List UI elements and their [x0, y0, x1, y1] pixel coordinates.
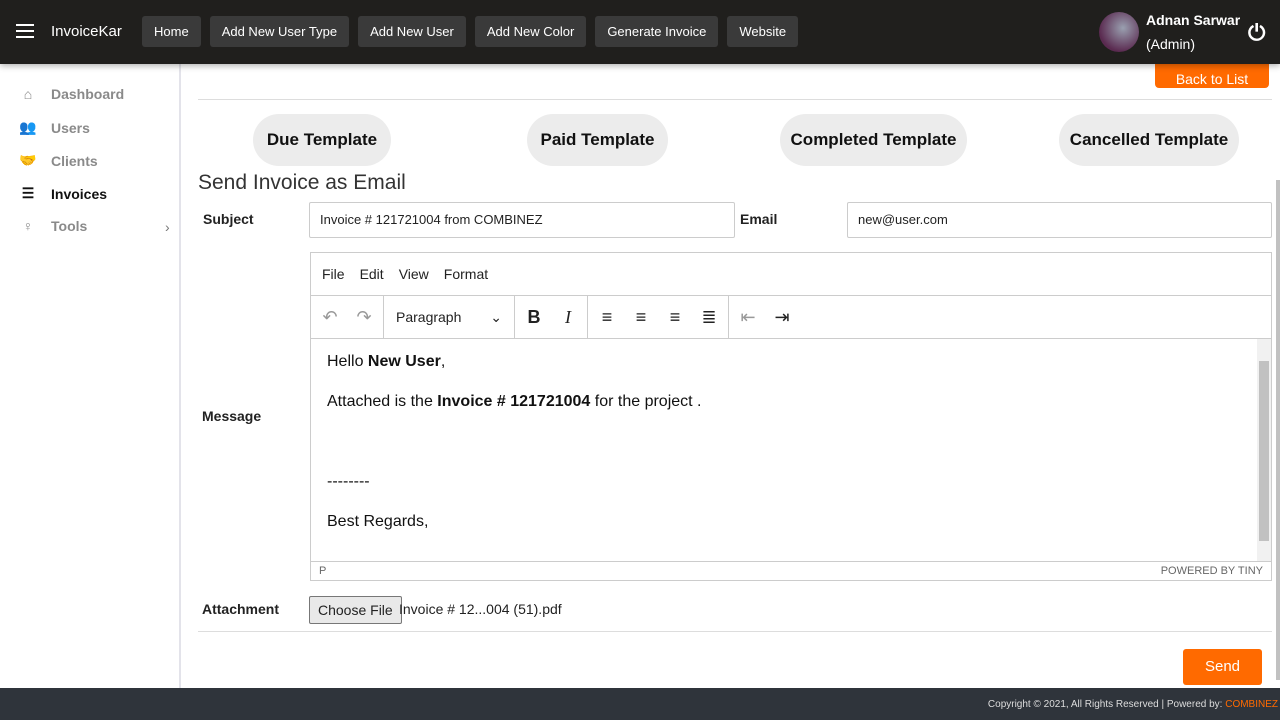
email-input[interactable]: new@user.com	[847, 202, 1272, 238]
greeting-punct: ,	[440, 353, 446, 370]
nav-home[interactable]: Home	[142, 16, 201, 47]
body-text-end: for the project .	[590, 393, 702, 410]
user-role: (Admin)	[1146, 36, 1196, 52]
sidebar-item-label: Users	[51, 119, 90, 136]
indent-icon[interactable]: ⇥	[769, 307, 795, 328]
divider	[198, 99, 1272, 100]
menu-icon[interactable]	[16, 24, 34, 38]
choose-file-button[interactable]: Choose File	[309, 596, 402, 624]
chevron-down-icon: ⌄	[490, 308, 502, 325]
sidebar-item-label: Clients	[51, 152, 98, 169]
separator-text: --------	[327, 473, 370, 490]
nav-website[interactable]: Website	[727, 16, 799, 47]
completed-template-button[interactable]: Completed Template	[780, 114, 967, 166]
subject-label: Subject	[203, 211, 254, 227]
align-left-icon[interactable]: ≡	[594, 307, 620, 328]
sidebar-item-label: Invoices	[51, 185, 108, 202]
menu-edit[interactable]: Edit	[360, 266, 384, 282]
menu-view[interactable]: View	[399, 266, 429, 282]
file-name: Invoice # 12...004 (51).pdf	[399, 601, 562, 617]
nav-generate-invoice[interactable]: Generate Invoice	[595, 16, 719, 47]
home-icon: ⌂	[23, 86, 33, 102]
users-icon: 👥	[19, 119, 37, 135]
regards-text: Best Regards,	[327, 513, 429, 530]
list-icon: ☰	[21, 185, 35, 201]
sidebar-item-label: Tools	[51, 218, 88, 234]
invoice-number: Invoice # 121721004	[437, 393, 591, 410]
body-text: Attached is the	[327, 393, 438, 410]
recipient-name: New User	[367, 353, 441, 370]
pin-icon: ♀	[22, 218, 34, 234]
message-label: Message	[202, 408, 262, 424]
sidebar-item-tools[interactable]: ♀ Tools	[18, 218, 88, 234]
handshake-icon: 🤝	[19, 152, 37, 168]
send-button[interactable]: Send	[1183, 649, 1262, 685]
block-format-value: Paragraph	[396, 308, 462, 325]
editor-scrollbar[interactable]	[1257, 339, 1271, 561]
redo-icon[interactable]: ↷	[351, 307, 377, 328]
editor-statusbar: P POWERED BY TINY	[311, 561, 1271, 581]
due-template-button[interactable]: Due Template	[253, 114, 391, 166]
sidebar-item-dashboard[interactable]: ⌂ Dashboard	[18, 86, 124, 102]
brand[interactable]: InvoiceKar	[51, 23, 122, 40]
italic-icon[interactable]: I	[555, 307, 581, 328]
powered-by-tiny[interactable]: POWERED BY TINY	[1161, 562, 1263, 581]
block-format-select[interactable]: Paragraph ⌄	[390, 309, 508, 326]
page-scrollbar[interactable]	[1276, 180, 1280, 680]
email-label: Email	[740, 211, 778, 227]
copyright-text: Copyright © 2021, All Rights Reserved | …	[987, 699, 1226, 710]
page-title: Send Invoice as Email	[198, 171, 406, 194]
attachment-label: Attachment	[202, 601, 280, 617]
top-header: InvoiceKar Home Add New User Type Add Ne…	[0, 0, 1280, 64]
editor-body[interactable]: Hello New User, Attached is the Invoice …	[311, 339, 1271, 561]
sidebar-item-invoices[interactable]: ☰ Invoices	[18, 185, 107, 202]
avatar[interactable]	[1099, 12, 1139, 52]
sidebar-item-label: Dashboard	[51, 86, 125, 102]
subject-input[interactable]: Invoice # 121721004 from COMBINEZ	[309, 202, 735, 238]
nav-add-user-type[interactable]: Add New User Type	[209, 16, 350, 47]
divider	[198, 631, 1272, 632]
footer: Copyright © 2021, All Rights Reserved | …	[0, 688, 1280, 720]
undo-icon[interactable]: ↶	[317, 307, 343, 328]
cancelled-template-button[interactable]: Cancelled Template	[1059, 114, 1239, 166]
chevron-right-icon[interactable]: ›	[165, 219, 170, 235]
nav-add-user[interactable]: Add New User	[358, 16, 466, 47]
menu-file[interactable]: File	[322, 266, 345, 282]
bold-icon[interactable]: B	[521, 307, 547, 328]
sidebar-item-clients[interactable]: 🤝 Clients	[18, 152, 98, 169]
menu-format[interactable]: Format	[444, 266, 488, 282]
greeting-text: Hello	[327, 353, 368, 370]
top-nav: Home Add New User Type Add New User Add …	[142, 16, 799, 47]
nav-add-color[interactable]: Add New Color	[474, 16, 587, 47]
align-justify-icon[interactable]: ≣	[696, 307, 722, 328]
company-link[interactable]: COMBINEZ	[1225, 699, 1278, 710]
power-icon[interactable]: ⏻	[1248, 20, 1265, 46]
align-right-icon[interactable]: ≡	[662, 307, 688, 328]
sidebar: ⌂ Dashboard 👥 Users 🤝 Clients ☰ Invoices ♀ To…	[0, 64, 181, 688]
sidebar-item-users[interactable]: 👥 Users	[18, 119, 90, 136]
user-name: Adnan Sarwar	[1146, 12, 1241, 28]
outdent-icon[interactable]: ⇤	[735, 307, 761, 328]
editor-toolbar: ↶ ↷ Paragraph ⌄ BI ≡ ≡ ≡ ≣ ⇤ ⇥	[311, 296, 1271, 339]
paid-template-button[interactable]: Paid Template	[527, 114, 668, 166]
rich-text-editor: File Edit View Format ↶ ↷ Paragraph ⌄ BI ≡…	[310, 252, 1272, 581]
editor-menubar: File Edit View Format	[311, 253, 1271, 296]
align-center-icon[interactable]: ≡	[628, 307, 654, 328]
element-path[interactable]: P	[319, 562, 326, 581]
